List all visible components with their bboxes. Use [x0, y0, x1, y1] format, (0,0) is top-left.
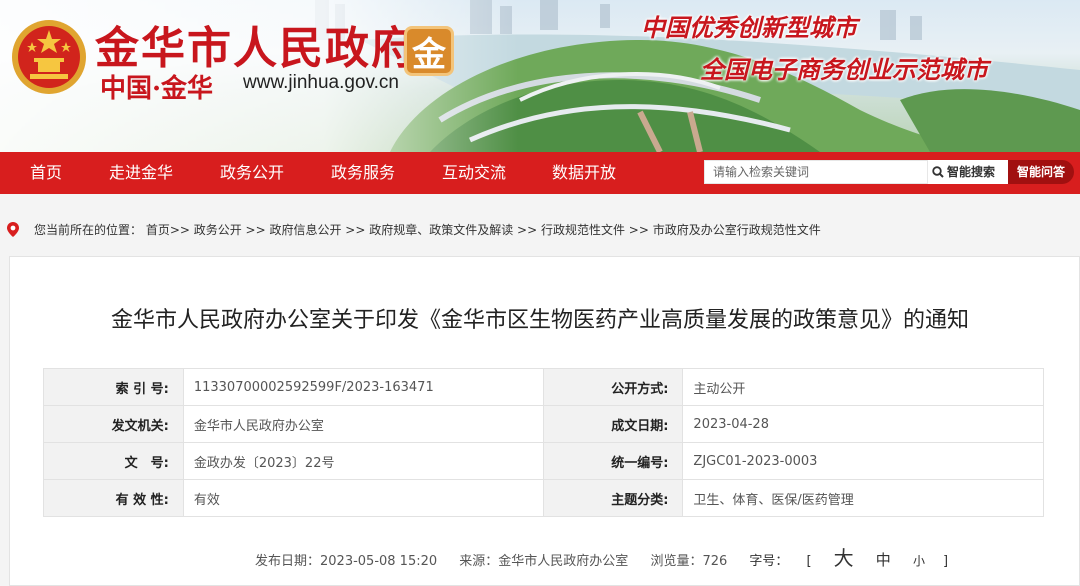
article-title: 金华市人民政府办公室关于印发《金华市区生物医药产业高质量发展的政策意见》的通知 [110, 308, 969, 333]
unified-number-label: 统一编号: [542, 442, 684, 480]
site-subtitle: 中国·金华 [100, 74, 214, 104]
written-date-label: 成文日期: [542, 405, 684, 443]
font-size-small-button[interactable]: 小 [913, 554, 925, 568]
breadcrumb: 您当前所在的位置： 首页>> 政务公开 >> 政府信息公开 >> 政府规章、政策… [0, 212, 1080, 246]
site-banner: 金华市人民政府 金 中国·金华 www.jinhua.gov.cn 中国优秀创新… [0, 0, 1080, 152]
nav-home[interactable]: 首页 [30, 152, 62, 194]
font-size-selector: 字号： [ 大 中 小] [749, 546, 966, 570]
search-input[interactable]: 请输入检索关键词 [704, 160, 928, 184]
font-size-large-button[interactable]: 大 [834, 546, 854, 570]
topic-value: 卫生、体育、医保/医药管理 [682, 479, 1044, 517]
meta-row: 索 引 号: 11330700002592599F/2023-163471 公开… [43, 368, 1044, 406]
article-source: 来源：金华市人民政府办公室 [459, 554, 629, 569]
nav-interaction[interactable]: 互动交流 [442, 152, 506, 194]
issuer-label: 发文机关: [43, 405, 184, 443]
unified-number-value: ZJGC01-2023-0003 [682, 442, 1044, 480]
nav-open-data[interactable]: 数据开放 [552, 152, 616, 194]
font-size-label: 字号： [749, 554, 789, 569]
location-pin-icon [7, 222, 19, 237]
search-icon [932, 166, 944, 178]
bracket-open: [ [806, 554, 812, 569]
article-footer-meta: 发布日期：2023-05-08 15:20 来源：金华市人民政府办公室 浏览量：… [255, 542, 984, 571]
slogan-ecommerce: 全国电子商务创业示范城市 [700, 55, 988, 84]
nav-gov-affairs[interactable]: 政务公开 [220, 152, 284, 194]
slogan-innovation: 中国优秀创新型城市 [641, 13, 857, 42]
bracket-close: ] [942, 554, 949, 569]
meta-row: 文 号: 金政办发〔2023〕22号 统一编号: ZJGC01-2023-000… [43, 442, 1044, 480]
validity-value: 有效 [182, 479, 544, 517]
public-mode-label: 公开方式: [542, 368, 684, 406]
smart-qa-button[interactable]: 智能问答 [1008, 160, 1074, 184]
document-meta-table: 索 引 号: 11330700002592599F/2023-163471 公开… [43, 368, 1044, 517]
doc-number-label: 文 号: [43, 442, 184, 480]
written-date-value: 2023-04-28 [682, 405, 1044, 443]
view-count: 浏览量：726 [650, 554, 728, 569]
site-url: www.jinhua.gov.cn [243, 72, 399, 93]
validity-label: 有 效 性: [43, 479, 184, 517]
smart-search-label: 智能搜索 [947, 165, 996, 179]
site-title[interactable]: 金华市人民政府 [95, 12, 417, 76]
doc-number-value: 金政办发〔2023〕22号 [182, 442, 544, 480]
meta-row: 发文机关: 金华市人民政府办公室 成文日期: 2023-04-28 [43, 405, 1044, 443]
public-mode-value: 主动公开 [682, 368, 1044, 406]
city-seal-logo: 金 [404, 26, 454, 76]
nav-gov-services[interactable]: 政务服务 [331, 152, 395, 194]
meta-row: 有 效 性: 有效 主题分类: 卫生、体育、医保/医药管理 [43, 479, 1044, 517]
issuer-value: 金华市人民政府办公室 [182, 405, 544, 443]
publish-date: 发布日期：2023-05-08 15:20 [255, 554, 438, 569]
nav-about-jinhua[interactable]: 走进金华 [109, 152, 173, 194]
breadcrumb-path[interactable]: 您当前所在的位置： 首页>> 政务公开 >> 政府信息公开 >> 政府规章、政策… [34, 221, 821, 238]
index-value: 11330700002592599F/2023-163471 [182, 368, 544, 406]
topic-label: 主题分类: [542, 479, 684, 517]
national-emblem-icon [12, 20, 86, 94]
smart-search-button[interactable]: 智能搜索 [928, 160, 1008, 184]
index-label: 索 引 号: [43, 368, 184, 406]
font-size-medium-button[interactable]: 中 [876, 551, 891, 569]
